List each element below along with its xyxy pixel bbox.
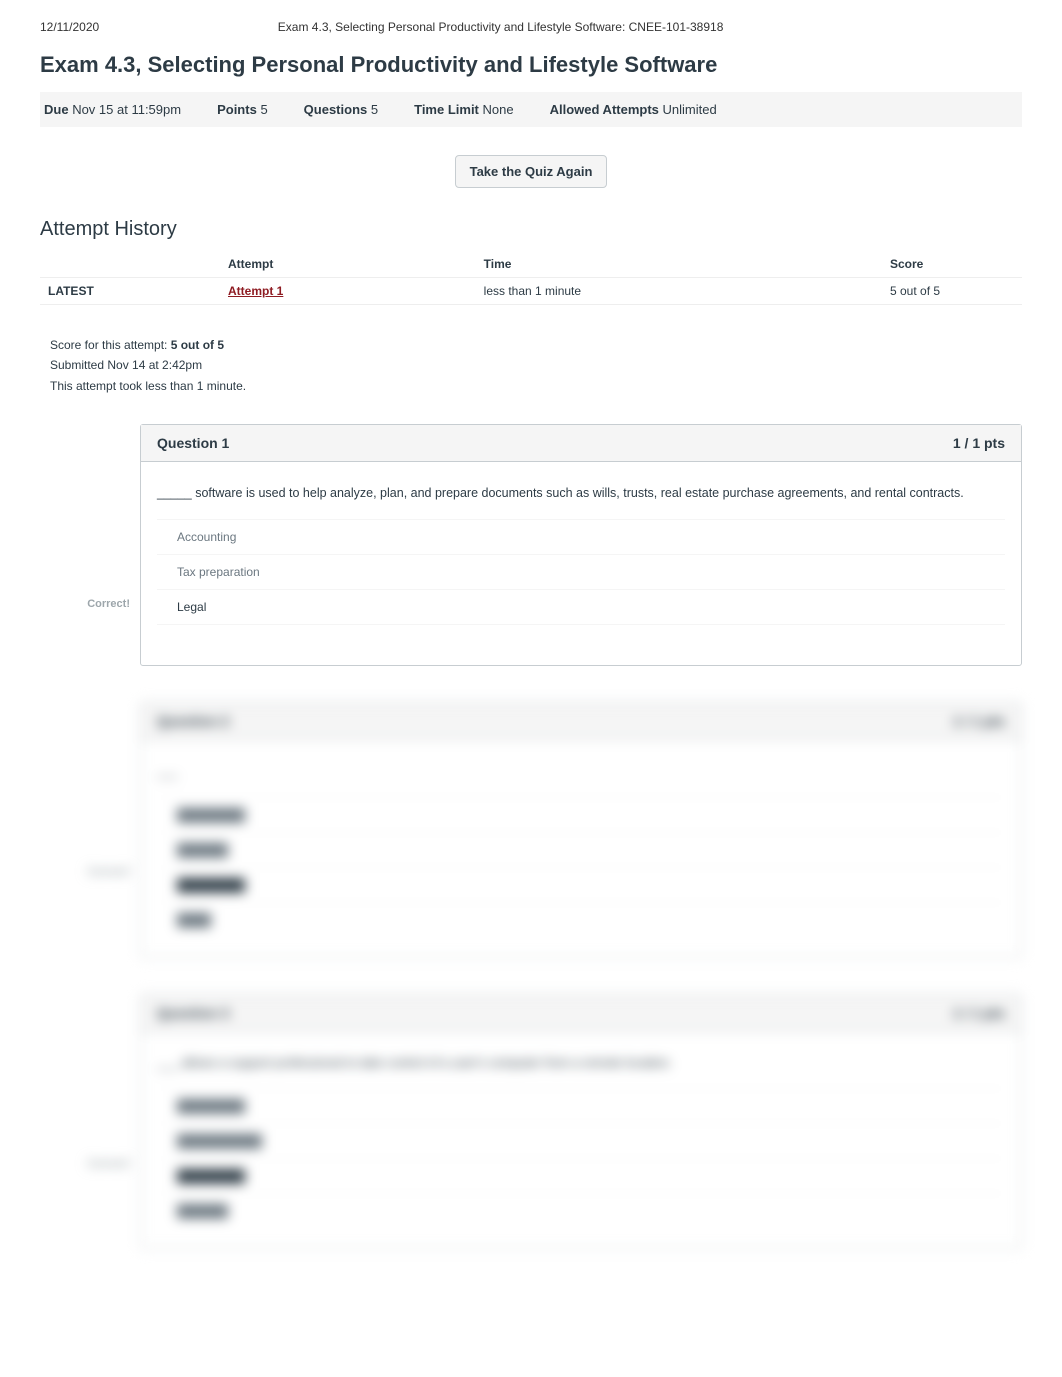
question-points: 1 / 1 pts — [953, 713, 1005, 729]
question-card: Question 3 1 / 1 pts ___ allows a suppor… — [140, 994, 1022, 1250]
answer-option: ██████ — [157, 832, 1005, 867]
question-points: 1 / 1 pts — [953, 435, 1005, 451]
question-2-blurred: Correct! Question 2 1 / 1 pts ___ ██████… — [40, 702, 1022, 958]
attempt-history-table: Attempt Time Score LATEST Attempt 1 less… — [40, 251, 1022, 305]
question-title: Question 1 — [157, 435, 229, 451]
meta-questions: Questions 5 — [304, 102, 378, 117]
answer-option-selected: ████████ — [157, 867, 1005, 902]
header-doc-title: Exam 4.3, Selecting Personal Productivit… — [99, 20, 1022, 34]
answer-option: ██████ — [157, 1193, 1005, 1228]
take-quiz-again-button[interactable]: Take the Quiz Again — [455, 155, 608, 188]
exam-meta-bar: Due Nov 15 at 11:59pm Points 5 Questions… — [40, 92, 1022, 127]
question-title: Question 3 — [157, 1005, 229, 1021]
answer-option: ████ — [157, 902, 1005, 937]
question-text: ___ allows a support professional to tak… — [141, 1032, 1021, 1089]
latest-cell: LATEST — [40, 278, 220, 305]
table-row: LATEST Attempt 1 less than 1 minute 5 ou… — [40, 278, 1022, 305]
score-cell: 5 out of 5 — [882, 278, 1022, 305]
attempt-summary: Score for this attempt: 5 out of 5 Submi… — [50, 335, 1022, 396]
col-blank — [40, 251, 220, 278]
page-header: 12/11/2020 Exam 4.3, Selecting Personal … — [40, 20, 1022, 34]
question-card: Question 2 1 / 1 pts ___ ████████ ██████… — [140, 702, 1022, 958]
header-date: 12/11/2020 — [40, 20, 99, 34]
answer-option: ████████ — [157, 1088, 1005, 1123]
correct-indicator: Correct! — [40, 1158, 140, 1170]
col-time: Time — [476, 251, 882, 278]
question-points: 1 / 1 pts — [953, 1005, 1005, 1021]
question-1: Correct! Question 1 1 / 1 pts _____ soft… — [40, 424, 1022, 666]
meta-due: Due Nov 15 at 11:59pm — [44, 102, 181, 117]
answer-option: ████████ — [157, 797, 1005, 832]
meta-attempts: Allowed Attempts Unlimited — [550, 102, 717, 117]
answer-option-selected: ████████ — [157, 1158, 1005, 1193]
attempt-history-heading: Attempt History — [40, 218, 1022, 241]
meta-points: Points 5 — [217, 102, 268, 117]
question-title: Question 2 — [157, 713, 229, 729]
answer-option: Accounting — [157, 519, 1005, 554]
answer-option — [157, 624, 1005, 645]
meta-timelimit: Time Limit None — [414, 102, 513, 117]
question-text: _____ software is used to help analyze, … — [141, 462, 1021, 519]
attempt-link[interactable]: Attempt 1 — [228, 284, 283, 298]
correct-indicator: Correct! — [40, 598, 140, 610]
answer-option-selected: Legal — [157, 589, 1005, 624]
table-header-row: Attempt Time Score — [40, 251, 1022, 278]
question-3-blurred: Correct! Question 3 1 / 1 pts ___ allows… — [40, 994, 1022, 1250]
question-text: ___ — [141, 740, 1021, 797]
time-cell: less than 1 minute — [476, 278, 882, 305]
col-attempt: Attempt — [220, 251, 476, 278]
col-score: Score — [882, 251, 1022, 278]
answer-option: Tax preparation — [157, 554, 1005, 589]
correct-indicator: Correct! — [40, 866, 140, 878]
answer-option: ██████████ — [157, 1123, 1005, 1158]
question-card: Question 1 1 / 1 pts _____ software is u… — [140, 424, 1022, 666]
page-title: Exam 4.3, Selecting Personal Productivit… — [40, 52, 1022, 78]
